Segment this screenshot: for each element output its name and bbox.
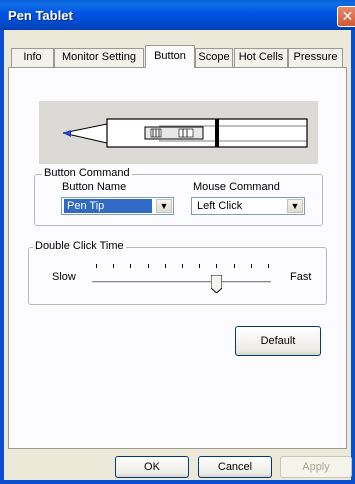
mouse-command-label: Mouse Command	[193, 181, 280, 193]
ok-button-label: OK	[144, 461, 160, 473]
fast-label: Fast	[290, 271, 312, 283]
tab-info-label: Info	[23, 51, 42, 63]
tab-button-label: Button	[154, 50, 186, 62]
slider-tick	[233, 264, 235, 268]
tab-scope[interactable]: Scope	[195, 48, 233, 67]
slider-tick	[216, 264, 218, 268]
default-button-label: Default	[260, 335, 296, 347]
apply-button: Apply	[280, 456, 352, 478]
pen-graphic	[62, 118, 308, 148]
mouse-command-value: Left Click	[197, 200, 243, 212]
slider-tick	[182, 264, 183, 268]
slider-tick	[96, 264, 97, 268]
window-frame-left	[0, 30, 4, 484]
slider-tick	[113, 264, 115, 268]
slider-tick	[250, 264, 252, 268]
window-title: Pen Tablet	[8, 8, 73, 23]
button-name-label: Button Name	[62, 181, 127, 193]
slider-tick	[147, 264, 149, 268]
window-frame-right	[351, 30, 355, 484]
default-button[interactable]: Default	[235, 326, 321, 356]
button-name-value: Pen Tip	[64, 199, 152, 213]
tab-button[interactable]: Button	[145, 45, 195, 68]
title-bar[interactable]: Pen Tablet ✕	[0, 0, 355, 30]
slider-tick	[199, 264, 201, 268]
tab-hot-cells[interactable]: Hot Cells	[234, 48, 288, 67]
tab-pressure-label: Pressure	[293, 51, 338, 63]
tab-pressure[interactable]: Pressure	[288, 48, 343, 67]
ok-button[interactable]: OK	[115, 456, 189, 478]
chevron-down-icon[interactable]: ▼	[287, 199, 303, 213]
tab-monitor-setting[interactable]: Monitor Setting	[54, 48, 144, 67]
pen-tablet-window: Pen Tablet ✕ Info Monitor Setting Button…	[0, 0, 355, 484]
slider-tick	[164, 264, 166, 268]
apply-button-label: Apply	[302, 461, 330, 473]
tab-info[interactable]: Info	[11, 48, 54, 67]
button-command-label: Button Command	[42, 167, 132, 179]
slider-tick	[268, 264, 269, 268]
slider-track[interactable]	[92, 281, 271, 284]
tab-hot-cells-label: Hot Cells	[238, 51, 284, 63]
mouse-command-select[interactable]: Left Click ▼	[191, 197, 305, 215]
close-button[interactable]: ✕	[337, 6, 355, 27]
slider-thumb[interactable]	[210, 274, 223, 294]
tab-monitor-setting-label: Monitor Setting	[62, 51, 136, 63]
close-icon: ✕	[341, 8, 354, 24]
pen-illustration	[39, 101, 318, 164]
chevron-down-icon[interactable]: ▼	[156, 199, 172, 213]
window-frame-bottom	[0, 480, 355, 484]
button-name-select[interactable]: Pen Tip ▼	[61, 197, 174, 215]
tab-scope-label: Scope	[198, 51, 230, 63]
double-click-label: Double Click Time	[33, 240, 126, 252]
slider-tick	[130, 264, 132, 268]
slow-label: Slow	[52, 271, 76, 283]
cancel-button-label: Cancel	[217, 461, 253, 473]
cancel-button[interactable]: Cancel	[198, 456, 272, 478]
